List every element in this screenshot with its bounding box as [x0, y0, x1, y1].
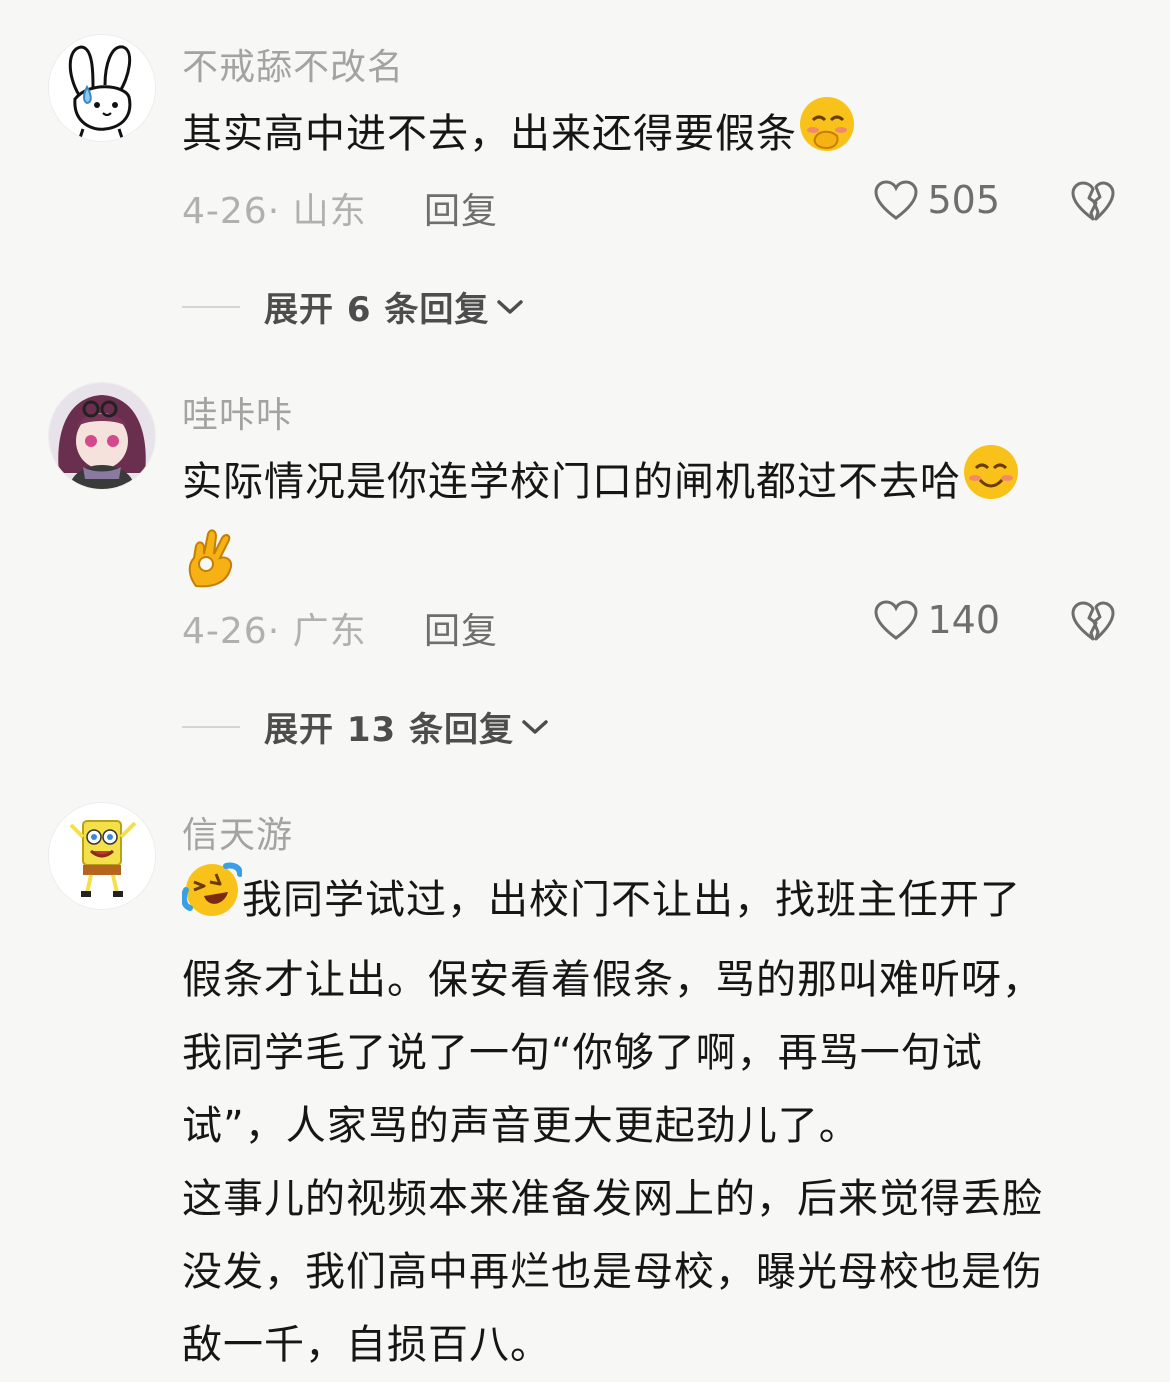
- avatar[interactable]: [48, 802, 156, 910]
- expand-replies-button[interactable]: 展开 13 条回复: [182, 702, 550, 751]
- broken-heart-icon: [1071, 181, 1115, 221]
- expand-replies-label: 展开 6 条回复: [264, 290, 490, 330]
- heart-icon: [874, 600, 918, 640]
- username[interactable]: 不戒舔不改名: [182, 38, 404, 90]
- comment-date-location: 4-26· 山东: [182, 191, 367, 232]
- divider-line: [182, 305, 240, 308]
- like-button[interactable]: 505: [873, 178, 1000, 222]
- laugh-cry-emoji-icon: [180, 860, 243, 944]
- comment-text-content: 实际情况是你连学校门口的闸机都过不去哈: [182, 459, 961, 505]
- username[interactable]: 信天游: [182, 806, 293, 858]
- comment-line: 我同学试过，出校门不让出，找班主任开了: [180, 860, 1112, 944]
- expand-replies-label: 展开 13 条回复: [264, 710, 514, 750]
- rabbit-avatar-icon: [49, 35, 155, 141]
- comment-date-location: 4-26· 广东: [182, 611, 367, 652]
- reply-button[interactable]: 回复: [424, 602, 498, 654]
- ok-hand-emoji-icon: [182, 526, 242, 612]
- comment-text: 其实高中进不去，出来还得要假条: [182, 94, 1112, 178]
- broken-heart-icon: [1071, 601, 1115, 641]
- avatar[interactable]: [48, 34, 156, 142]
- chevron-down-icon: [497, 299, 524, 314]
- comment-line: 敌一千，自损百八。: [182, 1322, 551, 1368]
- heart-icon: [874, 180, 918, 220]
- dislike-button[interactable]: [1070, 600, 1116, 646]
- expand-replies-button[interactable]: 展开 6 条回复: [182, 282, 525, 331]
- username[interactable]: 哇咔咔: [182, 386, 293, 438]
- comment-text: 实际情况是你连学校门口的闸机都过不去哈: [182, 442, 1112, 612]
- anime-girl-avatar-icon: [49, 383, 155, 489]
- spongebob-avatar-icon: [49, 803, 155, 909]
- avatar[interactable]: [48, 382, 156, 490]
- divider-line: [182, 725, 240, 728]
- comment-line: 试”，人家骂的声音更大更起劲儿了。: [182, 1103, 860, 1149]
- comment-line: 这事儿的视频本来准备发网上的，后来觉得丢脸: [182, 1176, 1043, 1222]
- like-count: 140: [927, 598, 1000, 642]
- comment-text-content: 其实高中进不去，出来还得要假条: [182, 111, 797, 157]
- comment-text-content: 我同学试过，出校门不让出，找班主任开了: [242, 877, 1021, 923]
- like-button[interactable]: 140: [873, 598, 1000, 642]
- smile-emoji-icon: [961, 442, 1021, 526]
- like-count: 505: [927, 178, 1000, 222]
- comment-line: 没发，我们高中再烂也是母校，曝光母校也是伤: [182, 1249, 1043, 1295]
- comment-line: 假条才让出。保安看着假条，骂的那叫难听呀，: [182, 957, 1043, 1003]
- dislike-button[interactable]: [1070, 180, 1116, 226]
- comment-line: 我同学毛了说了一句“你够了啊，再骂一句试: [182, 1030, 983, 1076]
- reply-button[interactable]: 回复: [424, 182, 498, 234]
- shy-face-emoji-icon: [797, 94, 857, 178]
- chevron-down-icon: [522, 719, 548, 734]
- comment-text: 我同学试过，出校门不让出，找班主任开了 假条才让出。保安看着假条，骂的那叫难听呀…: [180, 860, 1112, 1382]
